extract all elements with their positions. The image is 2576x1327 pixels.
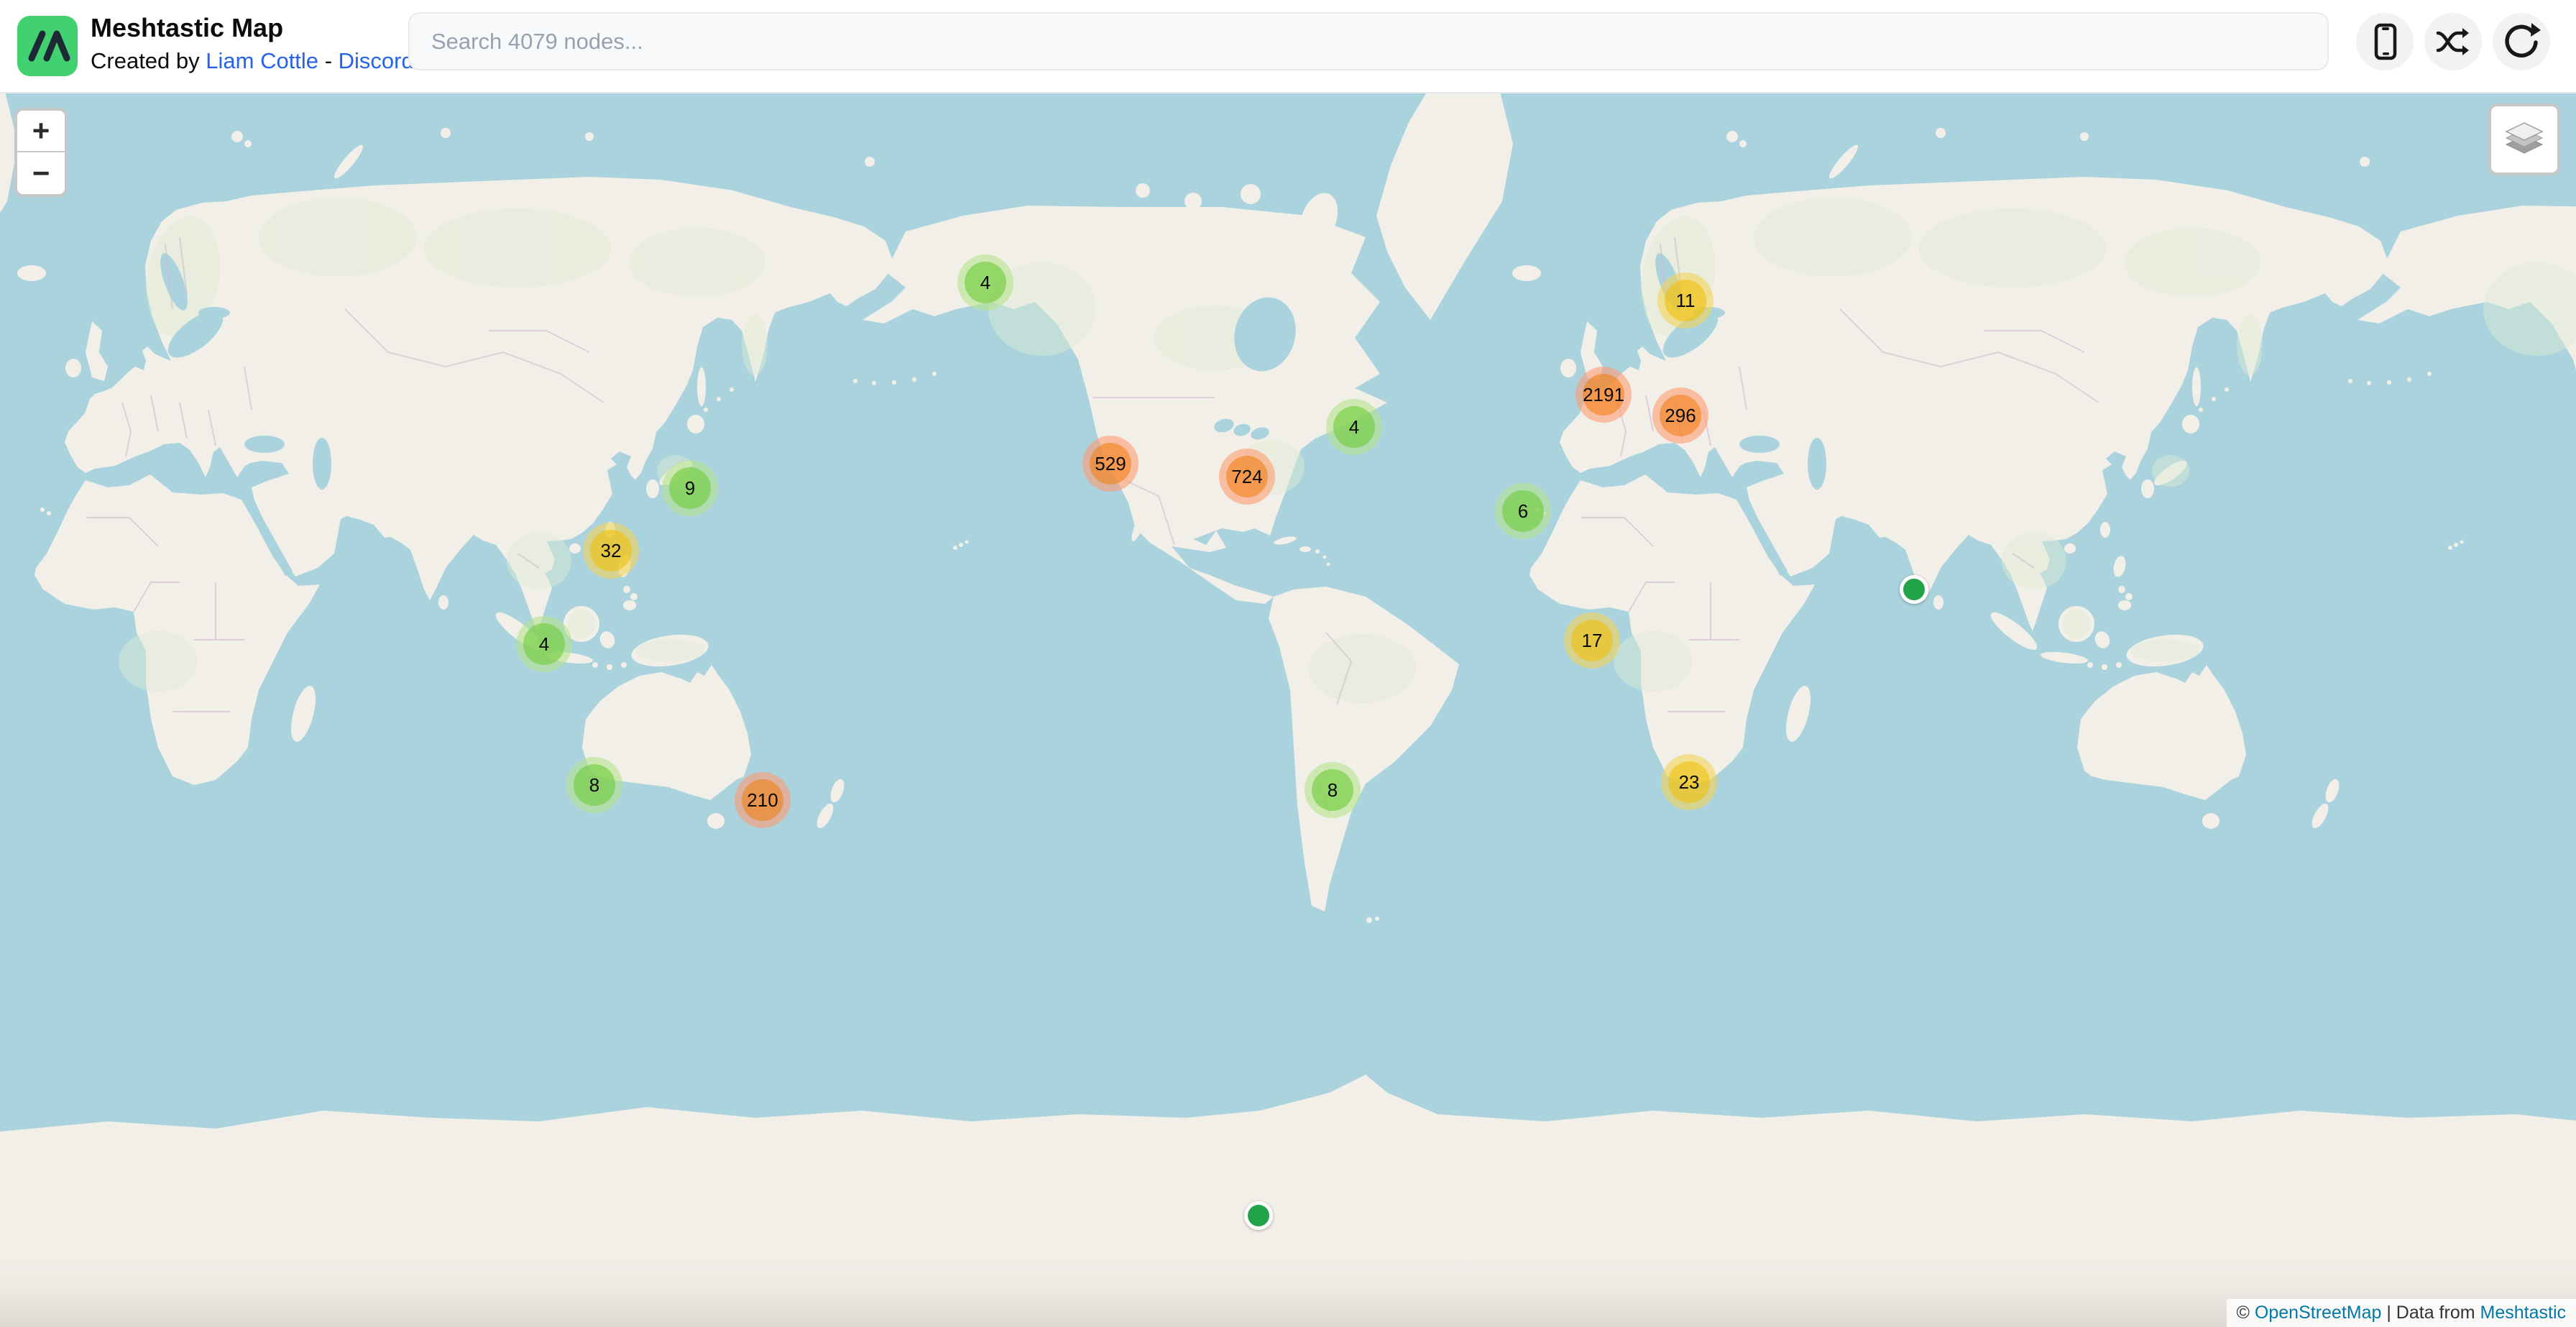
meshtastic-logo-icon bbox=[17, 16, 78, 76]
cluster-count-label: 32 bbox=[601, 540, 622, 562]
meshtastic-link[interactable]: Meshtastic bbox=[2480, 1303, 2566, 1323]
shuffle-icon bbox=[2432, 21, 2474, 63]
cluster-marker-4[interactable]: 4 bbox=[516, 616, 572, 672]
cluster-count-label: 529 bbox=[1095, 453, 1126, 475]
world-map-tiles bbox=[0, 93, 2576, 1327]
layers-control[interactable] bbox=[2488, 104, 2560, 175]
cluster-marker-4[interactable]: 4 bbox=[957, 254, 1013, 311]
cluster-count-label: 4 bbox=[539, 633, 549, 656]
map-attribution: © OpenStreetMap | Data from Meshtastic bbox=[2227, 1299, 2576, 1327]
cluster-count-label: 724 bbox=[1231, 466, 1262, 488]
cluster-marker-296[interactable]: 296 bbox=[1652, 387, 1708, 444]
cluster-marker-529[interactable]: 529 bbox=[1082, 436, 1138, 492]
cluster-count-label: 6 bbox=[1518, 500, 1528, 523]
app-titles: Meshtastic Map Created by Liam Cottle - … bbox=[91, 12, 414, 78]
map-canvas[interactable]: + − 4 11 2191 296 4 529 724 9 6 32 17 4 23 8 8 210 © Op… bbox=[0, 93, 2576, 1327]
cluster-marker-9[interactable]: 9 bbox=[662, 460, 718, 516]
cluster-count-label: 296 bbox=[1665, 405, 1696, 427]
layers-icon bbox=[2503, 117, 2545, 162]
cluster-count-label: 2191 bbox=[1583, 384, 1624, 406]
cluster-marker-6[interactable]: 6 bbox=[1495, 483, 1551, 539]
node-marker[interactable] bbox=[1900, 575, 1928, 604]
created-by-text: Created by bbox=[91, 48, 200, 73]
cluster-count-label: 4 bbox=[1349, 416, 1359, 438]
node-marker[interactable] bbox=[1244, 1201, 1273, 1230]
cluster-marker-2191[interactable]: 2191 bbox=[1576, 367, 1632, 423]
phone-icon bbox=[2365, 22, 2405, 62]
page-subtitle: Created by Liam Cottle - Discord bbox=[91, 45, 414, 78]
cluster-count-label: 210 bbox=[747, 789, 778, 812]
cluster-count-label: 11 bbox=[1676, 290, 1696, 312]
cluster-marker-210[interactable]: 210 bbox=[735, 772, 791, 828]
zoom-out-button[interactable]: − bbox=[17, 152, 65, 194]
app-header: Meshtastic Map Created by Liam Cottle - … bbox=[0, 0, 2576, 93]
openstreetmap-link[interactable]: OpenStreetMap bbox=[2255, 1303, 2382, 1323]
meshtastic-map-app: Meshtastic Map Created by Liam Cottle - … bbox=[0, 0, 2576, 1327]
random-node-button[interactable] bbox=[2424, 13, 2482, 70]
attribution-middle-text: | Data from bbox=[2381, 1303, 2480, 1323]
cluster-count-label: 8 bbox=[589, 774, 599, 796]
cluster-count-label: 9 bbox=[685, 477, 695, 500]
mobile-view-button[interactable] bbox=[2356, 13, 2414, 70]
author-link[interactable]: Liam Cottle bbox=[206, 48, 318, 73]
search-input[interactable] bbox=[408, 12, 2329, 70]
subtitle-separator: - bbox=[325, 48, 332, 73]
cluster-marker-23[interactable]: 23 bbox=[1661, 754, 1717, 810]
cluster-marker-724[interactable]: 724 bbox=[1219, 449, 1275, 505]
cluster-marker-8[interactable]: 8 bbox=[566, 757, 622, 813]
zoom-control: + − bbox=[14, 108, 68, 197]
cluster-marker-4[interactable]: 4 bbox=[1326, 399, 1382, 455]
cluster-marker-17[interactable]: 17 bbox=[1564, 612, 1620, 669]
refresh-icon bbox=[2501, 21, 2542, 63]
cluster-marker-32[interactable]: 32 bbox=[583, 523, 639, 579]
attribution-copyright: © bbox=[2237, 1303, 2255, 1323]
cluster-count-label: 4 bbox=[980, 272, 990, 294]
cluster-marker-11[interactable]: 11 bbox=[1657, 272, 1714, 329]
cluster-marker-8[interactable]: 8 bbox=[1305, 762, 1361, 818]
cluster-count-label: 8 bbox=[1328, 779, 1338, 802]
cluster-count-label: 23 bbox=[1679, 771, 1700, 794]
refresh-button[interactable] bbox=[2493, 13, 2550, 70]
page-title: Meshtastic Map bbox=[91, 12, 414, 45]
cluster-count-label: 17 bbox=[1582, 630, 1603, 652]
zoom-in-button[interactable]: + bbox=[17, 111, 65, 152]
discord-link[interactable]: Discord bbox=[339, 48, 414, 73]
